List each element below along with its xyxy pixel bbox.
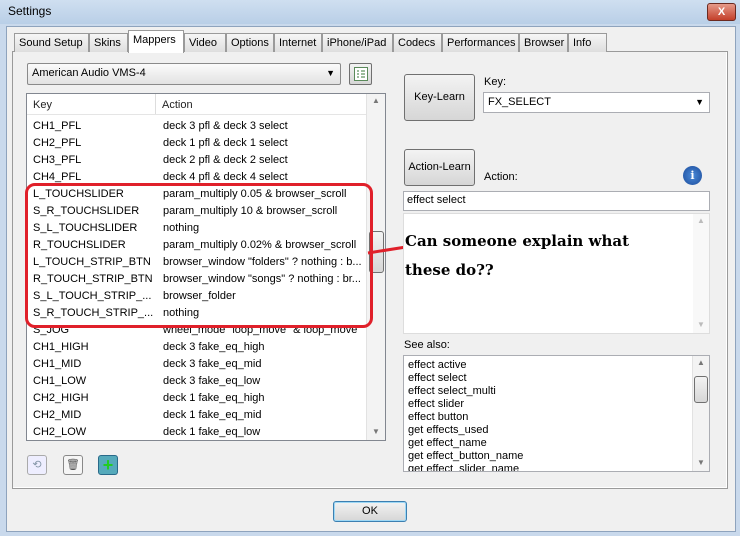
header-label: Key xyxy=(33,99,52,111)
scroll-up-icon[interactable]: ▲ xyxy=(697,216,705,225)
tab-sound-setup[interactable]: Sound Setup xyxy=(14,33,89,52)
see-also-item[interactable]: get effect_button_name xyxy=(404,450,709,463)
tab-codecs[interactable]: Codecs xyxy=(393,33,442,52)
tab-mappers[interactable]: Mappers xyxy=(128,30,184,53)
scroll-down-icon[interactable]: ▼ xyxy=(372,427,380,436)
table-row[interactable]: CH2_LOW deck 1 fake_eq_low xyxy=(27,424,365,441)
see-also-item[interactable]: effect slider xyxy=(404,398,709,411)
annotation-highlight xyxy=(25,183,373,328)
see-also-item[interactable]: effect select_multi xyxy=(404,385,709,398)
see-also-item[interactable]: get effect_slider_name xyxy=(404,463,709,471)
mapper-select[interactable]: American Audio VMS-4 ▼ xyxy=(27,63,341,85)
table-row[interactable]: CH1_MID deck 3 fake_eq_mid xyxy=(27,356,365,373)
scroll-thumb[interactable] xyxy=(694,376,708,403)
annotation-text: Can someone explain what these do?? xyxy=(405,227,629,285)
table-row[interactable]: CH1_HIGH deck 3 fake_eq_high xyxy=(27,339,365,356)
see-also-item[interactable]: get effect_name xyxy=(404,437,709,450)
row-action: deck 1 fake_eq_low xyxy=(163,426,261,438)
action-input[interactable]: effect select xyxy=(403,191,710,211)
row-action: deck 3 fake_eq_high xyxy=(163,341,265,353)
row-action: deck 3 fake_eq_low xyxy=(163,375,261,387)
header-divider xyxy=(27,114,366,115)
scroll-up-icon[interactable]: ▲ xyxy=(697,358,705,367)
table-row[interactable]: CH1_PFL deck 3 pfl & deck 3 select xyxy=(27,118,365,135)
scroll-down-icon[interactable]: ▼ xyxy=(697,458,705,467)
trash-icon[interactable]: 🗑 xyxy=(63,455,83,475)
table-row[interactable]: CH2_PFL deck 1 pfl & deck 1 select xyxy=(27,135,365,152)
tab-internet[interactable]: Internet xyxy=(274,33,322,52)
scroll-up-icon[interactable]: ▲ xyxy=(372,96,380,105)
see-also-item[interactable]: get effects_used xyxy=(404,424,709,437)
info-icon[interactable]: i xyxy=(683,166,702,185)
column-header-action[interactable]: Action xyxy=(156,94,367,114)
mapper-select-value: American Audio VMS-4 xyxy=(32,67,146,79)
annotation-line: Can someone explain what xyxy=(405,232,630,250)
row-action: deck 2 pfl & deck 2 select xyxy=(163,154,288,166)
key-learn-button[interactable]: Key-Learn xyxy=(404,74,475,121)
row-action: deck 3 fake_eq_mid xyxy=(163,358,262,370)
column-header-key[interactable]: Key xyxy=(27,94,156,114)
chevron-down-icon: ▼ xyxy=(695,97,704,107)
table-row[interactable]: CH2_HIGH deck 1 fake_eq_high xyxy=(27,390,365,407)
table-row[interactable]: CH2_MID deck 1 fake_eq_mid xyxy=(27,407,365,424)
see-also-scrollbar[interactable]: ▲ ▼ xyxy=(692,356,709,471)
tab-iphone-ipad[interactable]: iPhone/iPad xyxy=(322,33,393,52)
tab-options[interactable]: Options xyxy=(226,33,274,52)
scroll-down-icon[interactable]: ▼ xyxy=(697,320,705,329)
tab-skins[interactable]: Skins xyxy=(89,33,128,52)
key-select-value: FX_SELECT xyxy=(488,96,551,108)
action-learn-button[interactable]: Action-Learn xyxy=(404,149,475,186)
row-key: CH1_PFL xyxy=(33,120,82,132)
tab-performances[interactable]: Performances xyxy=(442,33,519,52)
table-row[interactable]: CH1_LOW deck 3 fake_eq_low xyxy=(27,373,365,390)
tab-video[interactable]: Video xyxy=(184,33,226,52)
title-bar xyxy=(0,0,740,24)
list-icon xyxy=(353,67,368,81)
row-key: CH1_HIGH xyxy=(33,341,89,353)
annotation-line: these do?? xyxy=(405,261,494,279)
row-key: CH2_LOW xyxy=(33,426,87,438)
window-title: Settings xyxy=(8,4,52,18)
help-scrollbar[interactable]: ▲ ▼ xyxy=(693,214,709,333)
row-action: deck 1 fake_eq_high xyxy=(163,392,265,404)
tab-browser[interactable]: Browser xyxy=(519,33,568,52)
ok-button[interactable]: OK xyxy=(333,501,407,522)
row-key: CH1_MID xyxy=(33,358,82,370)
table-row[interactable]: CH3_PFL deck 2 pfl & deck 2 select xyxy=(27,152,365,169)
row-key: CH2_HIGH xyxy=(33,392,89,404)
import-icon[interactable]: ⟲ xyxy=(27,455,47,475)
header-label: Action xyxy=(162,99,193,111)
row-action: deck 3 pfl & deck 3 select xyxy=(163,120,288,132)
tab-info[interactable]: Info xyxy=(568,33,607,52)
see-also-item[interactable]: effect active xyxy=(404,359,709,372)
chevron-down-icon: ▼ xyxy=(326,68,335,78)
action-input-value: effect select xyxy=(407,194,466,206)
see-also-item[interactable]: effect button xyxy=(404,411,709,424)
action-label: Action: xyxy=(484,171,518,183)
row-key: CH2_PFL xyxy=(33,137,82,149)
see-also-list[interactable]: effect active effect select effect select_… xyxy=(403,355,710,472)
row-action: deck 1 fake_eq_mid xyxy=(163,409,262,421)
row-action: deck 1 pfl & deck 1 select xyxy=(163,137,288,149)
row-key: CH1_LOW xyxy=(33,375,87,387)
close-button[interactable]: X xyxy=(707,3,736,21)
row-key: CH2_MID xyxy=(33,409,82,421)
see-also-item[interactable]: effect select xyxy=(404,372,709,385)
row-key: CH3_PFL xyxy=(33,154,82,166)
see-also-label: See also: xyxy=(404,339,450,351)
key-select[interactable]: FX_SELECT ▼ xyxy=(483,92,710,113)
add-icon[interactable]: + xyxy=(98,455,118,475)
mapper-options-button[interactable] xyxy=(349,63,372,85)
annotation-arrow-icon xyxy=(367,245,407,255)
key-label: Key: xyxy=(484,76,507,88)
